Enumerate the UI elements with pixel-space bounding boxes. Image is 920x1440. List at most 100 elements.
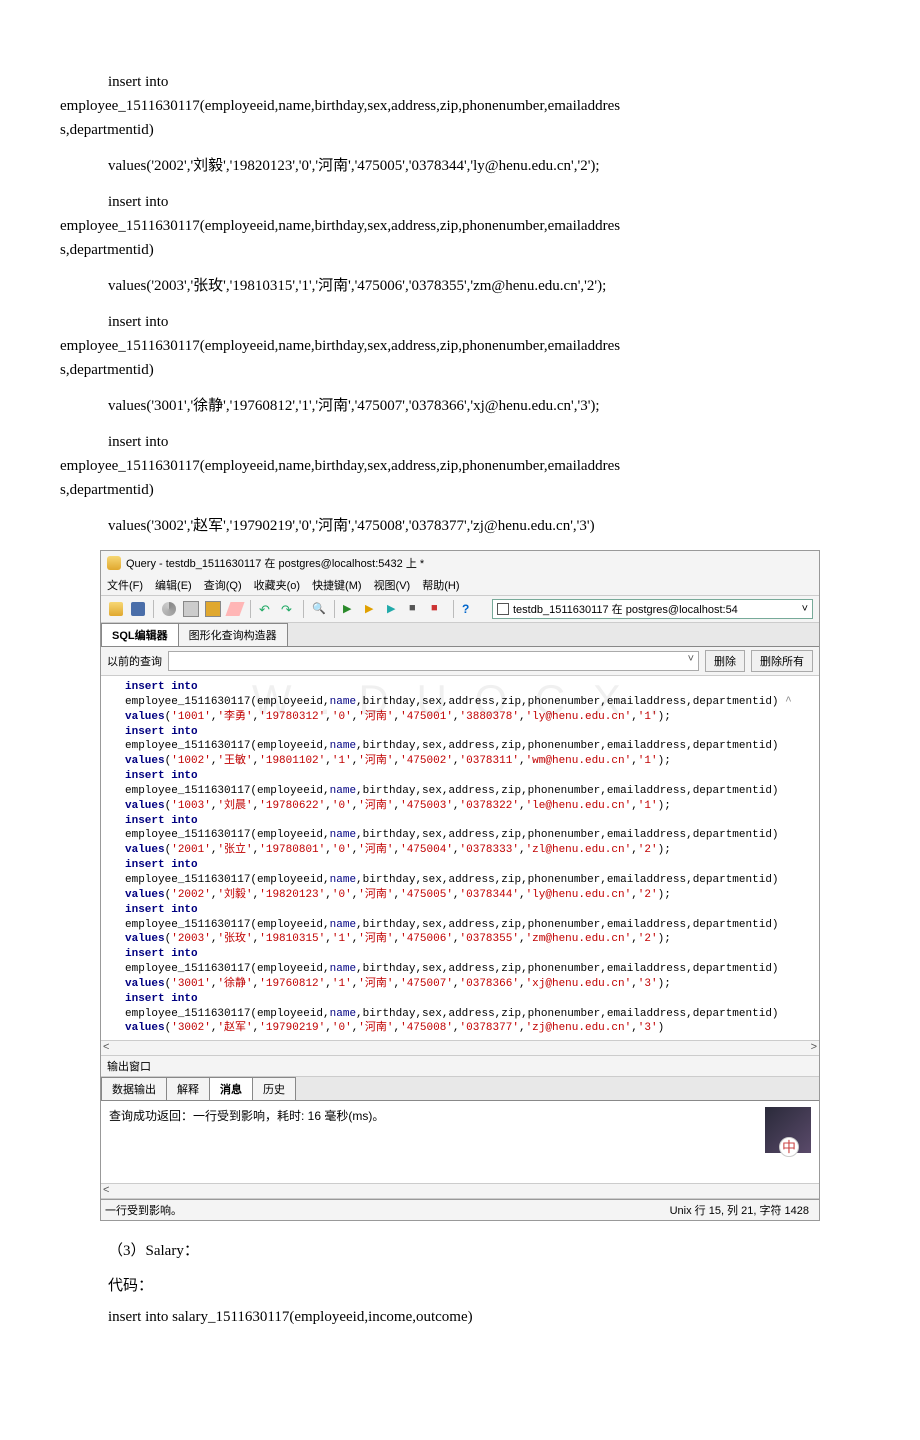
output-tabs: 数据输出 解释 消息 历史	[101, 1077, 819, 1101]
sql-line: values('2002','刘毅','19820123','0','河南','…	[60, 154, 860, 178]
editor-scrollbar[interactable]: <>	[101, 1041, 819, 1056]
help-icon	[462, 602, 476, 616]
tab-sql-editor[interactable]: SQL编辑器	[101, 623, 179, 646]
stop-button[interactable]	[429, 600, 447, 618]
sql-statement: insert into employee_1511630117(employee…	[60, 430, 860, 502]
editor-line: values('3002','赵军','19790219','0','河南','…	[125, 1021, 813, 1036]
messages-scrollbar[interactable]: <	[101, 1184, 819, 1199]
editor-line: insert into employee_1511630117(employee…	[125, 947, 813, 977]
sql-line: insert into	[60, 310, 860, 334]
help-button[interactable]	[460, 600, 478, 618]
save-button[interactable]	[129, 600, 147, 618]
sql-statement: insert into employee_1511630117(employee…	[60, 310, 860, 382]
menu-view[interactable]: 视图(V)	[374, 577, 411, 593]
editor-line: insert into employee_1511630117(employee…	[125, 858, 813, 888]
section-heading: （3）Salary：	[108, 1239, 860, 1260]
separator	[334, 600, 335, 618]
editor-line: insert into employee_1511630117(employee…	[125, 992, 813, 1022]
play-icon	[343, 602, 357, 616]
window-titlebar: Query - testdb_1511630117 在 postgres@loc…	[101, 551, 819, 575]
editor-line: insert into employee_1511630117(employee…	[125, 725, 813, 755]
database-selector[interactable]: testdb_1511630117 在 postgres@localhost:5…	[492, 599, 813, 619]
find-button[interactable]	[310, 600, 328, 618]
avatar-image	[765, 1107, 811, 1153]
code-label: 代码：	[108, 1274, 860, 1295]
explain-button[interactable]	[385, 600, 403, 618]
undo-button[interactable]	[257, 600, 275, 618]
cut-icon	[162, 602, 176, 616]
stop2-icon	[431, 602, 445, 616]
status-left: 一行受到影响。	[105, 1202, 182, 1218]
menu-bar: 文件(F) 编辑(E) 查询(Q) 收藏夹(o) 快捷键(M) 视图(V) 帮助…	[101, 575, 819, 596]
delete-all-button[interactable]: 删除所有	[751, 650, 813, 672]
window-title: Query - testdb_1511630117 在 postgres@loc…	[126, 555, 424, 571]
sql-line: employee_1511630117(employeeid,name,birt…	[60, 454, 860, 478]
cancel-button[interactable]	[407, 600, 425, 618]
play-file-icon	[365, 602, 379, 616]
sql-editor[interactable]: W . D U O C X . insert into employee_151…	[101, 676, 819, 1041]
history-combo[interactable]	[168, 651, 699, 671]
history-bar: 以前的查询 删除 删除所有	[101, 647, 819, 676]
toolbar: testdb_1511630117 在 postgres@localhost:5…	[101, 596, 819, 623]
sql-line: s,departmentid)	[60, 118, 860, 142]
menu-favorites[interactable]: 收藏夹(o)	[254, 577, 300, 593]
search-icon	[312, 602, 326, 616]
clear-button[interactable]	[226, 600, 244, 618]
message-text: 查询成功返回：一行受到影响，耗时: 16 毫秒(ms)。	[109, 1109, 384, 1123]
sql-line: values('2003','张玫','19810315','1','河南','…	[60, 274, 860, 298]
sql-line: employee_1511630117(employeeid,name,birt…	[60, 334, 860, 358]
open-icon	[109, 602, 123, 616]
sql-line: values('3002','赵军','19790219','0','河南','…	[60, 514, 860, 538]
output-pane-label: 输出窗口	[101, 1056, 819, 1077]
paste-button[interactable]	[204, 600, 222, 618]
save-icon	[131, 602, 145, 616]
editor-line: insert into employee_1511630117(employee…	[125, 814, 813, 844]
open-button[interactable]	[107, 600, 125, 618]
sql-values: values('2002','刘毅','19820123','0','河南','…	[60, 154, 860, 178]
stop-icon	[409, 602, 423, 616]
explain-icon	[387, 602, 401, 616]
menu-shortcuts[interactable]: 快捷键(M)	[312, 577, 362, 593]
editor-line: values('1003','刘晨','19780622','0','河南','…	[125, 799, 813, 814]
menu-query[interactable]: 查询(Q)	[204, 577, 242, 593]
sql-line: s,departmentid)	[60, 358, 860, 382]
delete-button[interactable]: 删除	[705, 650, 745, 672]
database-selector-value: testdb_1511630117 在 postgres@localhost:5…	[513, 601, 738, 617]
separator	[153, 600, 154, 618]
sql-values: values('3001','徐静','19760812','1','河南','…	[60, 394, 860, 418]
sql-line: insert into	[60, 190, 860, 214]
editor-tabs: SQL编辑器 图形化查询构造器	[101, 623, 819, 647]
eraser-icon	[225, 602, 244, 616]
execute-button[interactable]	[341, 600, 359, 618]
separator	[250, 600, 251, 618]
editor-line: values('1001','李勇','19780312','0','河南','…	[125, 710, 813, 725]
copy-button[interactable]	[182, 600, 200, 618]
editor-line: insert into employee_1511630117(employee…	[125, 903, 813, 933]
editor-line: values('1002','王敏','19801102','1','河南','…	[125, 754, 813, 769]
query-tool-window: Query - testdb_1511630117 在 postgres@loc…	[100, 550, 820, 1221]
sql-line: employee_1511630117(employeeid,name,birt…	[60, 94, 860, 118]
execute-file-button[interactable]	[363, 600, 381, 618]
sql-statement: insert into employee_1511630117(employee…	[60, 190, 860, 262]
tab-history[interactable]: 历史	[252, 1077, 296, 1100]
sql-line: employee_1511630117(employeeid,name,birt…	[60, 214, 860, 238]
tab-gui-builder[interactable]: 图形化查询构造器	[178, 623, 288, 646]
menu-file[interactable]: 文件(F)	[107, 577, 143, 593]
tab-explain[interactable]: 解释	[166, 1077, 210, 1100]
menu-help[interactable]: 帮助(H)	[422, 577, 459, 593]
editor-line: insert into employee_1511630117(employee…	[125, 680, 813, 710]
copy-icon	[183, 601, 199, 617]
undo-icon	[259, 602, 273, 616]
tab-messages[interactable]: 消息	[209, 1077, 253, 1100]
cut-button[interactable]	[160, 600, 178, 618]
menu-edit[interactable]: 编辑(E)	[155, 577, 192, 593]
separator	[453, 600, 454, 618]
editor-line: values('2002','刘毅','19820123','0','河南','…	[125, 888, 813, 903]
paste-icon	[205, 601, 221, 617]
redo-icon	[281, 602, 295, 616]
redo-button[interactable]	[279, 600, 297, 618]
sql-values: values('3002','赵军','19790219','0','河南','…	[60, 514, 860, 538]
sql-statement: insert into employee_1511630117(employee…	[60, 70, 860, 142]
separator	[303, 600, 304, 618]
tab-data-output[interactable]: 数据输出	[101, 1077, 167, 1100]
